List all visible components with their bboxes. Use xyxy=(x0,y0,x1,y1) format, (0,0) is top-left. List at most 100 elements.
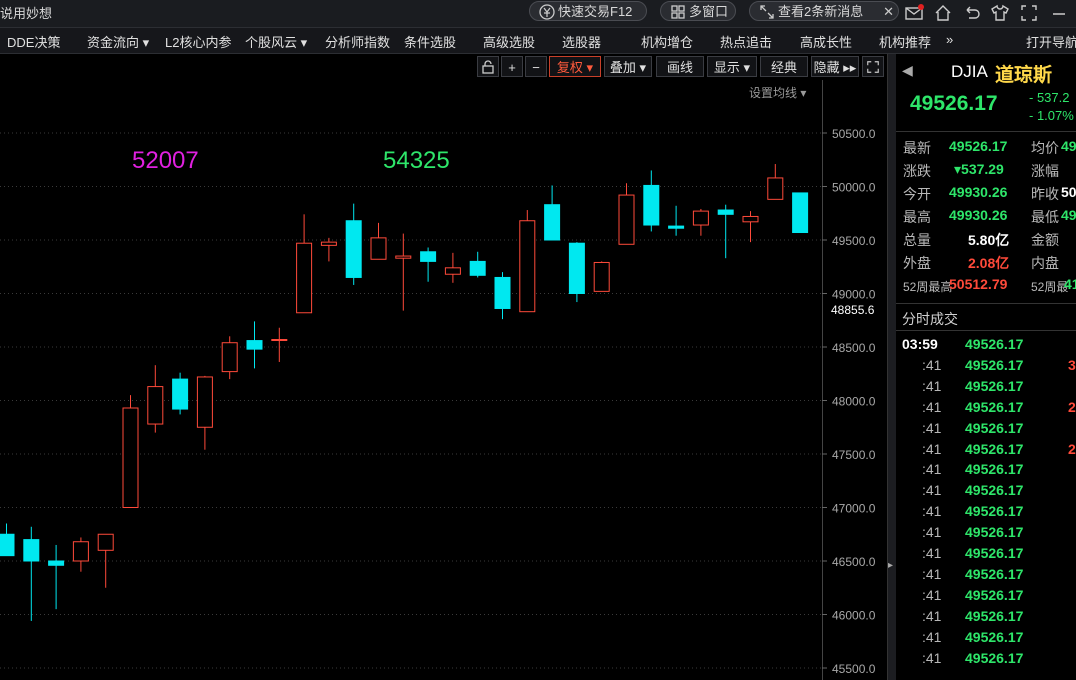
candle xyxy=(395,233,412,311)
menu-open-nav[interactable]: 打开导航 xyxy=(1026,32,1076,51)
candle-body xyxy=(395,255,412,259)
tick-time: :41 xyxy=(922,356,942,373)
collapse-arrow-icon[interactable]: ▸ xyxy=(888,560,893,571)
overlay-button[interactable]: 叠加 ▾ xyxy=(604,56,652,77)
prev-arrow-icon[interactable]: ◀ xyxy=(902,62,913,79)
quote-label: 总量 xyxy=(903,232,931,248)
tick-price: 49526.17 xyxy=(965,503,1024,520)
shirt-icon[interactable] xyxy=(989,2,1011,24)
quote-label: 52周最高 xyxy=(903,280,953,294)
undo-icon[interactable] xyxy=(960,2,982,24)
candle xyxy=(271,327,288,362)
hide-button[interactable]: 隐藏 ▸▸ xyxy=(811,56,859,77)
tick-row: :41 49526.17 xyxy=(896,378,1076,399)
tick-price: 49526.17 xyxy=(965,482,1024,499)
candle xyxy=(668,205,685,236)
candlestick-chart[interactable]: 52007 54325 50500.050000.049500.049000.04… xyxy=(0,0,888,680)
tick-time: 03:59 xyxy=(902,336,938,352)
draw-line-button[interactable]: 画线 xyxy=(656,56,704,77)
tick-time: :41 xyxy=(922,482,942,499)
candle xyxy=(792,192,809,234)
quote-label: 均价 xyxy=(1031,140,1059,156)
candle-body xyxy=(246,340,263,350)
quote-row-open: 今开 49930.26 昨收 50 xyxy=(896,184,1076,206)
quote-label: 涨跌 xyxy=(903,163,931,179)
tick-time: :41 xyxy=(922,503,942,520)
candle xyxy=(643,170,660,232)
candle xyxy=(246,321,263,369)
price-tick-label: 46500.0 xyxy=(832,555,876,569)
price-tick-label: 48000.0 xyxy=(832,395,876,409)
expand-chart-icon[interactable] xyxy=(862,56,884,77)
candle-body xyxy=(717,209,734,215)
candle xyxy=(568,242,585,303)
quote-value: 49526.17 xyxy=(949,138,1008,154)
tick-row: :41 49526.17 xyxy=(896,608,1076,629)
restore-rights-button[interactable]: 复权 ▾ xyxy=(549,56,601,77)
tick-price: 49526.17 xyxy=(965,545,1024,561)
quote-value: 49 xyxy=(1061,138,1076,154)
tick-time: :41 xyxy=(922,377,942,394)
tick-volume: 2 xyxy=(1068,440,1076,457)
tick-row: :41 49526.17 2 xyxy=(896,441,1076,462)
candle-body xyxy=(792,192,809,234)
candle xyxy=(692,208,709,236)
candle xyxy=(172,372,189,415)
candle-body xyxy=(568,242,585,295)
mail-icon[interactable] xyxy=(903,2,925,24)
tick-row: :41 49526.17 xyxy=(896,566,1076,587)
tick-time: :41 xyxy=(922,398,942,415)
candle-body xyxy=(0,533,15,557)
candle xyxy=(444,252,461,283)
candle-body xyxy=(742,215,759,223)
change-value: - 537.2 xyxy=(1029,90,1070,105)
price-tick-label: 50000.0 xyxy=(832,181,876,195)
candle xyxy=(519,210,536,313)
fullscreen-icon[interactable] xyxy=(1018,2,1040,24)
tick-volume: 2 xyxy=(1068,398,1076,415)
candle-body xyxy=(320,241,337,246)
price-tick-label: 47000.0 xyxy=(832,502,876,516)
tick-price: 49526.17 xyxy=(965,356,1024,373)
quote-label: 金额 xyxy=(1031,232,1059,248)
tick-price: 49526.17 xyxy=(965,440,1024,457)
quote-row-volume: 总量 5.80亿 金额 xyxy=(896,230,1076,252)
tick-row: :41 49526.17 2 xyxy=(896,399,1076,420)
quote-row-outer: 外盘 2.08亿 内盘 xyxy=(896,253,1076,275)
tick-row: :41 49526.17 3 xyxy=(896,357,1076,378)
quote-row-change: 涨跌 ▾537.29 涨幅 xyxy=(896,161,1076,183)
candle-body xyxy=(668,225,685,229)
display-button[interactable]: 显示 ▾ xyxy=(707,56,757,77)
tick-row: :41 49526.17 xyxy=(896,524,1076,545)
price-tick-label: 50500.0 xyxy=(832,127,876,141)
zoom-in-icon[interactable]: + xyxy=(501,56,523,77)
candle-body xyxy=(643,184,660,226)
minimize-icon[interactable] xyxy=(1048,2,1070,24)
quote-value: 50 xyxy=(1061,184,1076,200)
zoom-out-icon[interactable]: − xyxy=(525,56,547,77)
candle xyxy=(0,523,15,557)
price-tick-label: 45500.0 xyxy=(832,662,876,676)
menu-more[interactable]: » xyxy=(946,32,953,47)
candle-body xyxy=(72,541,89,562)
candle xyxy=(320,237,337,262)
candle xyxy=(717,204,734,259)
last-price: 49526.17 xyxy=(910,92,998,115)
candle xyxy=(72,537,89,572)
candle xyxy=(345,203,362,285)
candle xyxy=(122,395,139,508)
tick-time: :41 xyxy=(922,419,942,436)
ma-settings[interactable]: 设置均线 ▾ xyxy=(749,84,806,101)
quote-label: 52周最 xyxy=(1031,280,1069,294)
candle-body xyxy=(593,261,610,292)
tick-price: 49526.17 xyxy=(965,524,1024,541)
tick-row: :41 49526.17 xyxy=(896,482,1076,503)
lock-icon[interactable] xyxy=(477,56,499,77)
candle-body xyxy=(221,342,238,373)
home-icon[interactable] xyxy=(932,2,954,24)
tick-row: :41 49526.17 xyxy=(896,587,1076,608)
candle-body xyxy=(618,194,635,245)
ticks-title: 分时成交 xyxy=(902,311,958,327)
classic-button[interactable]: 经典 xyxy=(760,56,808,77)
chart-annotation: 52007 xyxy=(132,147,199,174)
